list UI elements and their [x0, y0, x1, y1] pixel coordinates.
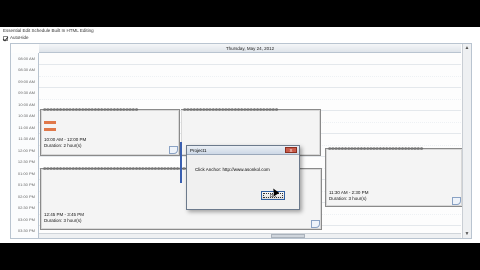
window-title: Essential Edit Schedule Built In HTML Ed… — [3, 28, 94, 33]
message-dialog: Project1 X Click Anchor: http://www.ason… — [186, 145, 300, 210]
scroll-up-icon[interactable]: ▲ — [463, 44, 471, 52]
time-label: 09:00 AM — [18, 79, 35, 84]
time-label: 01:00 PM — [17, 171, 35, 176]
dialog-title: Project1 — [190, 148, 207, 153]
category-tag — [44, 128, 56, 131]
time-label: 01:30 PM — [17, 182, 35, 187]
vertical-scrollbar[interactable]: ▲ ▼ — [462, 44, 471, 238]
appointment-duration: Duration: 3 hour(s) — [329, 196, 367, 201]
time-label: 09:30 AM — [18, 90, 35, 95]
appointment-duration: Duration: 3 hour(s) — [44, 218, 82, 223]
close-icon[interactable]: X — [285, 147, 297, 153]
category-tag — [44, 121, 56, 124]
dialog-title-bar[interactable]: Project1 X — [187, 146, 299, 155]
time-label: 12:00 PM — [17, 148, 35, 153]
checkbox-icon[interactable] — [3, 35, 8, 41]
time-column: 08:00 AM 08:30 AM 09:00 AM 09:30 AM 10:0… — [11, 53, 39, 238]
time-label: 03:30 PM — [17, 228, 35, 233]
page-curl-icon — [452, 197, 461, 205]
autohide-checkbox[interactable]: AutoHide — [3, 34, 29, 42]
day-header[interactable]: Thursday, May 24, 2012 — [39, 44, 461, 53]
autohide-label: AutoHide — [10, 35, 29, 40]
screen: Essential Edit Schedule Built In HTML Ed… — [0, 27, 480, 243]
appointment[interactable]: ๏๏๏๏๏๏๏๏๏๏๏๏๏๏๏๏๏๏๏๏๏๏๏๏๏๏๏๏๏๏ 11:30 AM … — [325, 146, 463, 207]
dialog-message: Click Anchor: http://www.asonkol.com — [195, 167, 270, 172]
spiral-rings-icon: ๏๏๏๏๏๏๏๏๏๏๏๏๏๏๏๏๏๏๏๏๏๏๏๏๏๏๏๏๏๏ — [183, 107, 278, 113]
page-curl-icon — [169, 146, 178, 154]
horizontal-scrollbar[interactable] — [39, 233, 461, 238]
spiral-rings-icon: ๏๏๏๏๏๏๏๏๏๏๏๏๏๏๏๏๏๏๏๏๏๏๏๏๏๏๏๏๏๏ — [43, 107, 138, 113]
appointment[interactable]: ๏๏๏๏๏๏๏๏๏๏๏๏๏๏๏๏๏๏๏๏๏๏๏๏๏๏๏๏๏๏ 10:00 AM … — [40, 107, 180, 156]
scroll-down-icon[interactable]: ▼ — [463, 230, 471, 238]
scrollbar-thumb[interactable] — [271, 234, 305, 238]
time-label: 10:00 AM — [18, 102, 35, 107]
page-curl-icon — [311, 220, 320, 228]
time-label: 11:30 AM — [18, 136, 35, 141]
time-label: 03:00 PM — [17, 217, 35, 222]
time-label: 02:00 PM — [17, 194, 35, 199]
time-label: 02:30 PM — [17, 205, 35, 210]
time-label: 10:30 AM — [18, 113, 35, 118]
time-label: 08:00 AM — [18, 56, 35, 61]
time-label: 08:30 AM — [18, 67, 35, 72]
time-label: 11:00 AM — [18, 125, 35, 130]
time-label: 12:30 PM — [17, 159, 35, 164]
spiral-rings-icon: ๏๏๏๏๏๏๏๏๏๏๏๏๏๏๏๏๏๏๏๏๏๏๏๏๏๏๏๏๏๏ — [328, 146, 423, 152]
appointment-duration: Duration: 2 hour(s) — [44, 143, 82, 148]
selection-indicator — [180, 142, 182, 183]
